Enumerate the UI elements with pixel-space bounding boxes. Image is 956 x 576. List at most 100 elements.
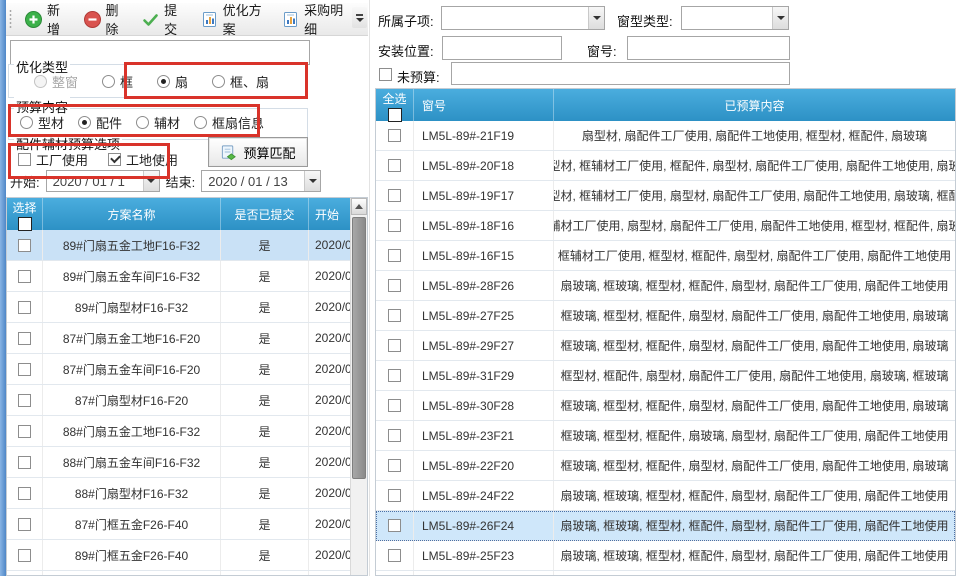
row-checkbox[interactable] (388, 279, 401, 292)
optimize-type-option-2[interactable]: 扇 (157, 72, 188, 91)
budget-content-option-1[interactable]: 配件 (78, 113, 122, 132)
table-row[interactable]: LM5L-89#-24F22扇玻璃, 框玻璃, 框型材, 框配件, 扇型材, 扇… (376, 481, 955, 511)
table-row[interactable]: 89#门扇五金车间F16-F32是2020/0 (7, 261, 367, 292)
row-checkbox[interactable] (18, 456, 31, 469)
chevron-down-icon[interactable] (772, 7, 788, 29)
row-checkbox[interactable] (388, 459, 401, 472)
row-checkbox[interactable] (388, 519, 401, 532)
table-row[interactable]: 89#门扇型材F16-F32是2020/0 (7, 292, 367, 323)
accessory-option-0[interactable]: 工厂使用 (18, 150, 88, 169)
select-all-checkbox[interactable] (18, 217, 32, 231)
toolbar-submit-button[interactable]: 提交 (135, 0, 192, 42)
row-checkbox[interactable] (18, 425, 31, 438)
budgeted-content-cell: 扇玻璃, 框玻璃, 框型材, 框配件, 扇型材, 扇配件工厂使用, 扇配件工地使… (554, 271, 955, 300)
optimize-type-option-3[interactable]: 框、扇 (212, 72, 269, 91)
table-row[interactable]: LM5L-89#-30F28框玻璃, 框型材, 框配件, 扇型材, 扇配件工厂使… (376, 391, 955, 421)
budget-match-button[interactable]: 预算匹配 (208, 137, 308, 167)
table-row[interactable]: 87#门扇五金工地F16-F20是2020/0 (7, 323, 367, 354)
table-row[interactable]: LM5L-89#-27F25框玻璃, 框型材, 框配件, 扇型材, 扇配件工厂使… (376, 301, 955, 331)
table-row[interactable]: LM5L-89#-16F15框辅材工厂使用, 框型材, 框配件, 扇型材, 扇配… (376, 241, 955, 271)
table-row[interactable]: LM5L-89#-31F29框型材, 框配件, 扇型材, 扇配件工厂使用, 扇配… (376, 361, 955, 391)
toolbar-overflow-button[interactable] (352, 7, 367, 28)
chevron-down-icon[interactable] (304, 171, 320, 191)
row-select-cell (376, 301, 414, 330)
budget-content-option-label: 辅材 (154, 113, 180, 132)
toolbar-add-button[interactable]: 新增 (18, 0, 75, 42)
optimize-type-option-1[interactable]: 框 (102, 72, 133, 91)
chevron-down-icon[interactable] (588, 7, 604, 29)
no-budget-input[interactable] (451, 62, 790, 85)
budget-content-option-3[interactable]: 框扇信息 (194, 113, 264, 132)
window-type-combobox[interactable] (681, 6, 789, 30)
vertical-scrollbar[interactable] (350, 198, 367, 575)
table-row[interactable]: 89#门框五金F26-F40是2020/0 (7, 540, 367, 571)
sub-item-combobox[interactable] (441, 6, 605, 30)
row-checkbox[interactable] (388, 489, 401, 502)
date-end-picker[interactable]: 2020 / 01 / 13 (201, 170, 321, 192)
row-checkbox[interactable] (18, 270, 31, 283)
table-row[interactable]: LM5L-89#-19F17框型材, 框辅材工厂使用, 扇型材, 扇配件工厂使用… (376, 181, 955, 211)
toolbar-optimize-plan-button[interactable]: 优化方案 (194, 0, 274, 42)
table-row[interactable]: LM5L-89#-23F21框玻璃, 框型材, 框配件, 扇玻璃, 扇型材, 扇… (376, 421, 955, 451)
table-row[interactable]: LM5L-89#-22F20框玻璃, 框型材, 框配件, 扇型材, 扇配件工厂使… (376, 451, 955, 481)
row-checkbox[interactable] (388, 159, 401, 172)
row-checkbox[interactable] (18, 363, 31, 376)
table-row[interactable]: 89#门扇五金工地F16-F32是2020/0 (7, 230, 367, 261)
chevron-down-icon[interactable] (143, 171, 159, 191)
radio-unselected-icon[interactable] (136, 116, 149, 129)
row-checkbox[interactable] (18, 549, 31, 562)
row-checkbox[interactable] (388, 399, 401, 412)
table-row[interactable]: 87#门扇型材F16-F20是2020/0 (7, 385, 367, 416)
select-all-checkbox[interactable] (388, 108, 402, 122)
row-checkbox[interactable] (388, 249, 401, 262)
radio-unselected-icon[interactable] (20, 116, 33, 129)
submitted-cell: 是 (221, 261, 309, 291)
row-checkbox[interactable] (18, 239, 31, 252)
row-checkbox[interactable] (388, 429, 401, 442)
table-row[interactable]: LM5L-89#-20F18框型材, 框辅材工厂使用, 框配件, 扇型材, 扇配… (376, 151, 955, 181)
row-checkbox[interactable] (18, 518, 31, 531)
toolbar-delete-button[interactable]: 删除 (77, 0, 134, 42)
checkbox-checked-icon[interactable] (108, 153, 121, 166)
date-start-picker[interactable]: 2020 / 01 / 1 (46, 170, 160, 192)
scrollbar-thumb[interactable] (352, 217, 366, 479)
table-row[interactable]: LM5L-89#-25F23扇玻璃, 框玻璃, 框型材, 框配件, 扇型材, 扇… (376, 541, 955, 571)
radio-unselected-icon[interactable] (102, 75, 115, 88)
install-position-input[interactable] (442, 36, 562, 60)
row-checkbox[interactable] (388, 189, 401, 202)
row-checkbox[interactable] (388, 339, 401, 352)
row-checkbox[interactable] (18, 487, 31, 500)
checkbox-unchecked-icon[interactable] (18, 153, 31, 166)
window-no-input[interactable] (627, 36, 790, 60)
no-budget-checkbox[interactable] (379, 68, 392, 81)
table-row[interactable]: 87#门扇五金车间F16-F20是2020/0 (7, 354, 367, 385)
scroll-up-icon[interactable] (351, 198, 367, 215)
radio-unselected-icon[interactable] (212, 75, 225, 88)
table-row[interactable]: 87#门框五金F26-F40是2020/0 (7, 509, 367, 540)
table-row[interactable]: LM5L-89#-28F26扇玻璃, 框玻璃, 框型材, 框配件, 扇型材, 扇… (376, 271, 955, 301)
row-checkbox[interactable] (388, 309, 401, 322)
window-no-cell: LM5L-89#-18F16 (414, 211, 554, 240)
row-checkbox[interactable] (18, 332, 31, 345)
radio-selected-icon[interactable] (78, 116, 91, 129)
radio-unselected-icon[interactable] (194, 116, 207, 129)
accessory-option-1[interactable]: 工地使用 (108, 150, 178, 169)
budget-content-option-2[interactable]: 辅材 (136, 113, 180, 132)
table-row[interactable]: LM5L-89#-26F24扇玻璃, 框玻璃, 框型材, 框配件, 扇型材, 扇… (376, 511, 955, 541)
table-row[interactable]: 88#门扇五金车间F16-F32是2020/0 (7, 447, 367, 478)
radio-selected-icon[interactable] (157, 75, 170, 88)
chevron-down-icon (356, 18, 364, 22)
row-checkbox[interactable] (18, 394, 31, 407)
table-row[interactable]: 88#门扇五金工地F16-F32是2020/0 (7, 416, 367, 447)
table-row[interactable]: LM5L-89#-18F16框辅材工厂使用, 扇型材, 扇配件工厂使用, 扇配件… (376, 211, 955, 241)
row-checkbox[interactable] (388, 549, 401, 562)
row-checkbox[interactable] (388, 369, 401, 382)
table-row[interactable]: 88#门框五金F21-F40是2020/0 (7, 571, 367, 576)
table-row[interactable]: LM5L-89#-29F27框玻璃, 框型材, 框配件, 扇型材, 扇配件工厂使… (376, 331, 955, 361)
row-checkbox[interactable] (18, 301, 31, 314)
row-checkbox[interactable] (388, 129, 401, 142)
table-row[interactable]: LM5L-89#-21F19扇型材, 扇配件工厂使用, 扇配件工地使用, 框型材… (376, 121, 955, 151)
budget-content-option-0[interactable]: 型材 (20, 113, 64, 132)
row-checkbox[interactable] (388, 219, 401, 232)
table-row[interactable]: 88#门扇型材F16-F32是2020/0 (7, 478, 367, 509)
